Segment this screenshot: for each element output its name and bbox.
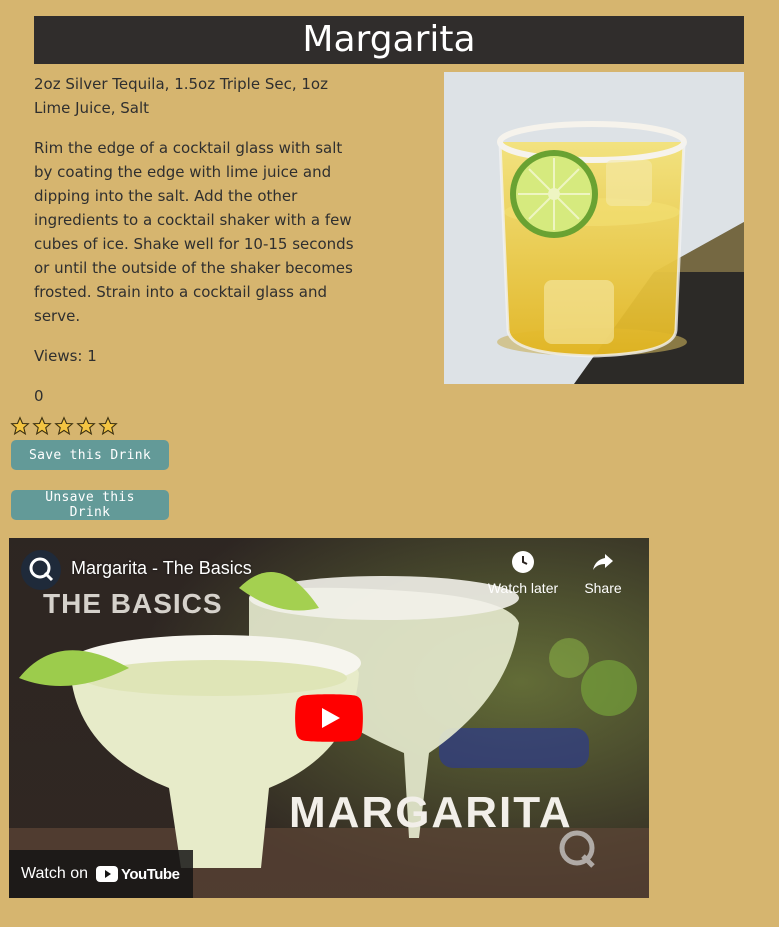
share-icon: [593, 554, 613, 570]
views-count: Views: 1: [34, 347, 97, 365]
thumbnail-text-top: THE BASICS: [43, 588, 223, 619]
save-drink-button[interactable]: Save this Drink: [11, 440, 169, 470]
play-icon: [295, 694, 363, 742]
video-title[interactable]: Margarita - The Basics: [71, 558, 252, 579]
thumbnail-text-main: MARGARITA: [289, 788, 573, 837]
share-label: Share: [584, 580, 622, 596]
page-title: Margarita: [302, 19, 476, 60]
ingredients-text: 2oz Silver Tequila, 1.5oz Triple Sec, 1o…: [34, 75, 328, 117]
clock-icon: [512, 551, 534, 573]
play-button[interactable]: [295, 694, 363, 746]
drink-details: 2oz Silver Tequila, 1.5oz Triple Sec, 1o…: [34, 72, 356, 424]
watch-later-label: Watch later: [487, 580, 559, 596]
star-icon[interactable]: [54, 416, 74, 436]
youtube-video-embed[interactable]: THE BASICS MARGARITA Margarita - The Bas…: [9, 538, 649, 898]
star-icon[interactable]: [10, 416, 30, 436]
star-icon[interactable]: [32, 416, 52, 436]
share-button[interactable]: Share: [563, 550, 643, 596]
rating-value: 0: [34, 387, 44, 405]
qvc-watermark: [557, 830, 597, 874]
youtube-icon: [96, 866, 118, 882]
watch-later-button[interactable]: Watch later: [483, 550, 563, 596]
star-icon[interactable]: [98, 416, 118, 436]
page-title-bar: Margarita: [34, 16, 744, 64]
instructions-text: Rim the edge of a cocktail glass with sa…: [34, 139, 354, 325]
star-rating[interactable]: [10, 416, 118, 436]
youtube-logo: YouTube: [96, 865, 180, 883]
star-icon[interactable]: [76, 416, 96, 436]
watch-on-label: Watch on: [21, 865, 88, 882]
channel-avatar[interactable]: [21, 550, 61, 590]
drink-image: [444, 72, 744, 384]
youtube-wordmark: YouTube: [121, 865, 180, 883]
unsave-drink-button[interactable]: Unsave this Drink: [11, 490, 169, 520]
watch-on-youtube-button[interactable]: Watch on YouTube: [9, 850, 193, 898]
qvc-logo-icon: [29, 557, 54, 582]
